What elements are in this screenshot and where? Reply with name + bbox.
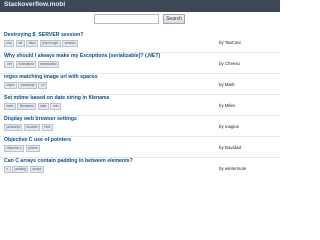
tag[interactable]: serialization <box>37 61 60 68</box>
tag-list: c padding arrays <box>4 166 45 173</box>
app-header: Stackoverflow.mobi <box>0 0 280 12</box>
question-item: Objective C use of pointers objective-c i… <box>0 137 280 158</box>
question-item: Destroying $_SERVER session? php ssl https… <box>0 32 280 53</box>
tag-list: bash filenames date unix <box>4 103 63 110</box>
question-item: regex matching image url with spaces reg… <box>0 74 280 95</box>
question-author: by Cheeso <box>219 61 240 66</box>
question-title[interactable]: Can C arrays contain padding in between … <box>4 158 133 164</box>
tag[interactable]: exceptions <box>15 61 37 68</box>
question-author: by TaaCasi <box>219 40 241 45</box>
tag[interactable]: unix <box>50 103 62 110</box>
tag[interactable]: filenames <box>17 103 37 110</box>
tag[interactable]: javascript <box>4 124 23 131</box>
question-title[interactable]: regex matching image url with spaces <box>4 74 98 80</box>
tag[interactable]: php <box>4 40 15 47</box>
tag[interactable]: iphone <box>25 145 41 152</box>
tag[interactable]: bash <box>4 103 16 110</box>
tag-list: javascript browser html <box>4 124 54 131</box>
search-button[interactable]: Search <box>163 14 185 24</box>
question-author: by wintermute <box>219 166 247 171</box>
tag[interactable]: html <box>41 124 53 131</box>
tag[interactable]: php-mcrypt <box>39 40 61 47</box>
tag[interactable]: objective-c <box>4 145 25 152</box>
question-title[interactable]: Display web browser settings <box>4 116 77 122</box>
tag-list: objective-c iphone <box>4 145 42 152</box>
question-item: Display web browser settings javascript b… <box>0 116 280 137</box>
tag[interactable]: arrays <box>29 166 44 173</box>
question-author: by Miles <box>219 103 236 108</box>
question-title[interactable]: Why should I always make my Exceptions [… <box>4 53 160 59</box>
tag[interactable]: .net <box>4 61 15 68</box>
question-item: Why should I always make my Exceptions [… <box>0 53 280 74</box>
tag[interactable]: c <box>4 166 11 173</box>
tag[interactable]: browser <box>23 124 41 131</box>
tag[interactable]: javascript <box>18 82 37 89</box>
search-bar: Search <box>0 12 280 32</box>
app-title[interactable]: Stackoverflow.mobi <box>4 1 65 8</box>
tag[interactable]: ssl <box>15 40 25 47</box>
question-title[interactable]: Set mtime based on date string in filena… <box>4 95 110 101</box>
tag-list: regex javascript url <box>4 82 49 89</box>
search-input[interactable] <box>94 14 159 24</box>
tag[interactable]: regex <box>4 82 17 89</box>
tag[interactable]: https <box>26 40 39 47</box>
question-author: by Davidad <box>219 145 241 150</box>
tag-list: .net exceptions serialization <box>4 61 61 68</box>
question-author: by magius <box>219 124 240 129</box>
question-author: by Mark <box>219 82 235 87</box>
tag[interactable]: url <box>38 82 47 89</box>
tag[interactable]: date <box>37 103 49 110</box>
tag-list: php ssl https php-mcrypt session <box>4 40 79 47</box>
tag[interactable]: session <box>62 40 78 47</box>
question-title[interactable]: Destroying $_SERVER session? <box>4 32 83 38</box>
tag[interactable]: padding <box>12 166 29 173</box>
question-title[interactable]: Objective C use of pointers <box>4 137 71 143</box>
question-item: Set mtime based on date string in filena… <box>0 95 280 116</box>
question-item: Can C arrays contain padding in between … <box>0 158 280 179</box>
